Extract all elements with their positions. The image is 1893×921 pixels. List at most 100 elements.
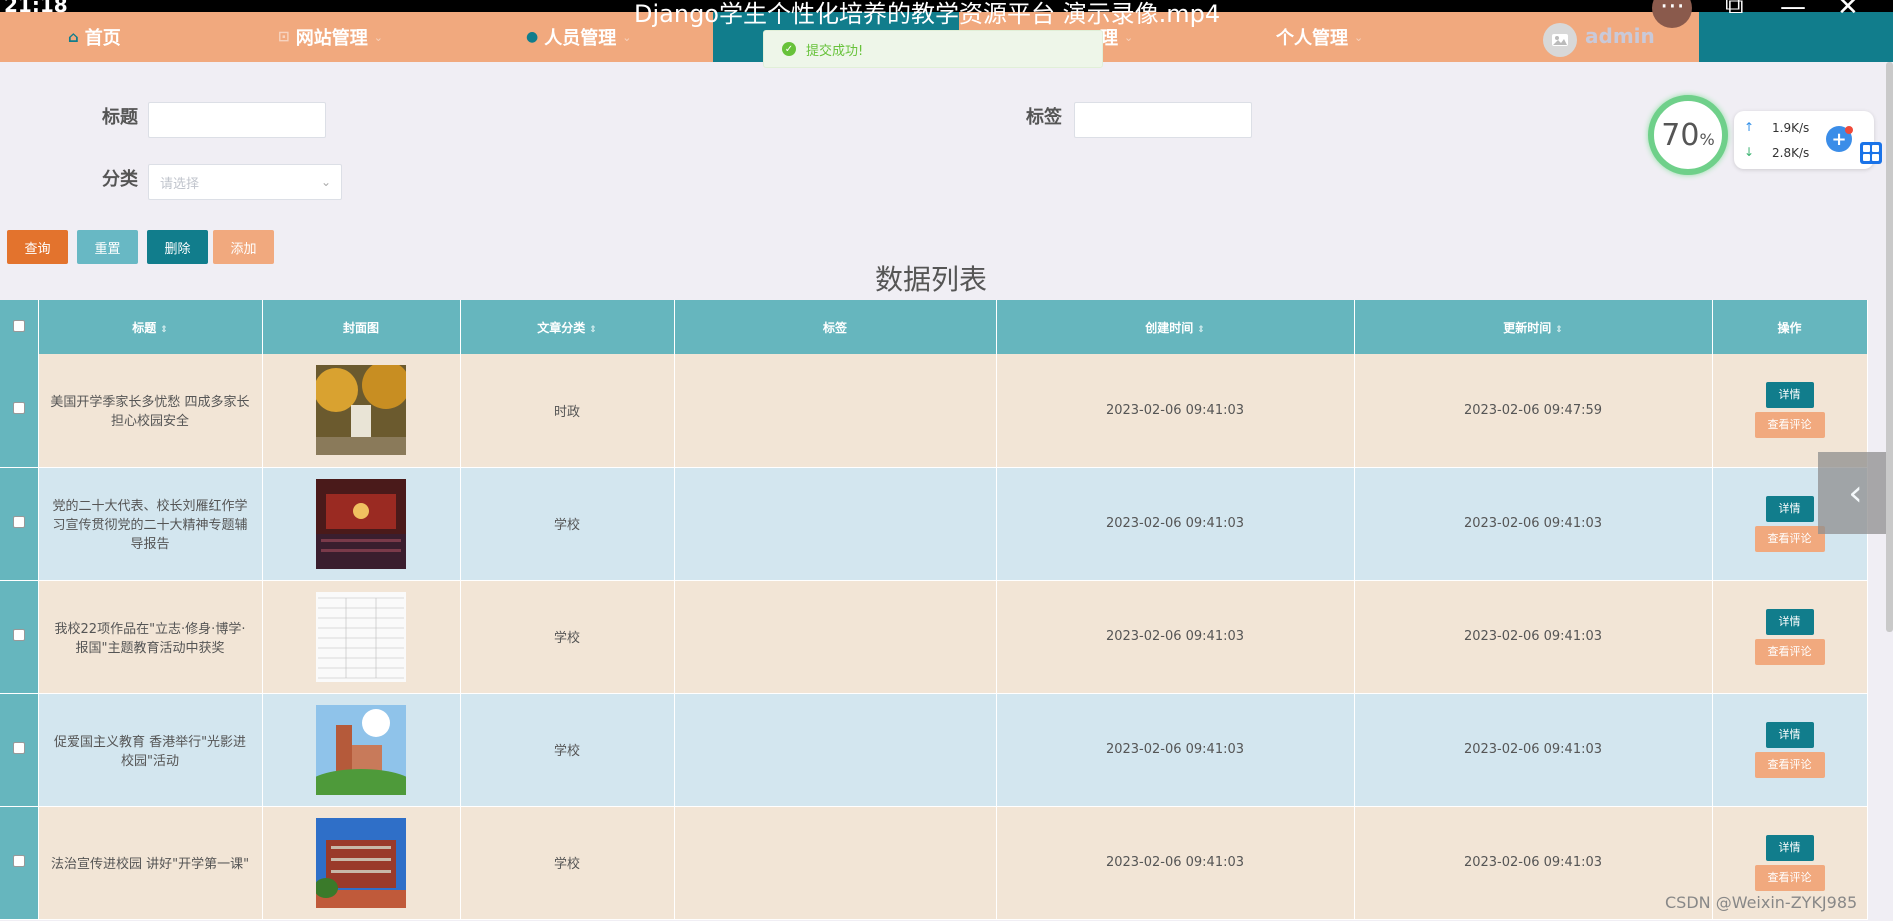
row-actions: 详情 查看评论 xyxy=(1712,354,1868,468)
row-select-cell[interactable] xyxy=(0,467,39,581)
close-icon[interactable]: ✕ xyxy=(1837,0,1859,22)
chevron-left-icon[interactable]: ‹ xyxy=(1818,452,1893,534)
avatar[interactable] xyxy=(1543,23,1577,57)
delete-button[interactable]: 删除 xyxy=(147,230,208,264)
col-created[interactable]: 创建时间 ⇕ xyxy=(996,300,1355,354)
nav-personal-management[interactable]: 个人管理 ⌄ xyxy=(1276,24,1363,50)
col-actions: 操作 xyxy=(1712,300,1868,354)
view-comments-button[interactable]: 查看评论 xyxy=(1754,864,1825,891)
row-tag xyxy=(674,580,997,694)
download-speed: 2.8K/s xyxy=(1772,146,1810,160)
detail-button[interactable]: 详情 xyxy=(1765,382,1814,409)
upload-speed: 1.9K/s xyxy=(1772,121,1810,135)
row-created: 2023-02-06 09:41:03 xyxy=(996,806,1355,920)
select-all-cell[interactable] xyxy=(0,300,39,354)
sort-icon[interactable]: ⇕ xyxy=(160,325,168,335)
row-tag xyxy=(674,806,997,920)
pip-icon[interactable]: ⧉ xyxy=(1725,0,1744,21)
col-tag-label: 标签 xyxy=(822,320,847,335)
toast-message: 提交成功! xyxy=(806,43,864,59)
col-category[interactable]: 文章分类 ⇕ xyxy=(460,300,675,354)
cover-image xyxy=(316,817,406,908)
col-updated-label: 更新时间 xyxy=(1503,320,1552,335)
row-title: 美国开学季家长多忧愁 四成多家长担心校园安全 xyxy=(38,354,263,468)
table-header-row: 标题 ⇕ 封面图 文章分类 ⇕ 标签 创建时间 ⇕ 更新时间 ⇕ 操作 xyxy=(0,300,1868,354)
detail-button[interactable]: 详情 xyxy=(1765,721,1814,748)
row-actions: 详情 查看评论 xyxy=(1712,693,1868,807)
row-checkbox[interactable] xyxy=(12,854,25,867)
nav-personal-management-label: 个人管理 xyxy=(1276,28,1348,49)
add-button[interactable]: 添加 xyxy=(213,230,274,264)
col-title[interactable]: 标题 ⇕ xyxy=(38,300,263,354)
scrollbar[interactable] xyxy=(1886,62,1893,632)
row-checkbox[interactable] xyxy=(12,628,25,641)
select-all-checkbox[interactable] xyxy=(12,319,25,332)
view-comments-button[interactable]: 查看评论 xyxy=(1754,412,1825,439)
view-comments-button[interactable]: 查看评论 xyxy=(1754,525,1825,552)
user-name[interactable]: admin xyxy=(1585,24,1655,48)
percent-sign: % xyxy=(1699,129,1715,149)
memory-percent-circle[interactable]: 70% xyxy=(1648,95,1728,175)
row-select-cell[interactable] xyxy=(0,580,39,694)
col-actions-label: 操作 xyxy=(1777,320,1802,335)
row-actions: 详情 查看评论 xyxy=(1712,580,1868,694)
row-tag xyxy=(674,467,997,581)
table-row: 美国开学季家长多忧愁 四成多家长担心校园安全 时政 2023-02-06 09:41… xyxy=(0,354,1868,468)
nav-personnel-management[interactable]: ● 人员管理 ⌄ xyxy=(526,24,631,50)
clock: 21:18 xyxy=(4,0,68,17)
tag-input[interactable] xyxy=(1074,102,1252,138)
table-row: 法治宣传进校园 讲好"开学第一课" 学校 2023-02-06 09:41:03 20… xyxy=(0,806,1868,920)
sort-icon[interactable]: ⇕ xyxy=(589,325,597,335)
title-input[interactable] xyxy=(148,102,326,138)
sort-icon[interactable]: ⇕ xyxy=(1555,325,1563,335)
nav-home-label: 首页 xyxy=(84,28,121,49)
row-created: 2023-02-06 09:41:03 xyxy=(996,580,1355,694)
row-cover xyxy=(262,693,461,807)
minimize-icon[interactable]: — xyxy=(1780,0,1806,22)
nav-site-management[interactable]: ⊡ 网站管理 ⌄ xyxy=(278,24,383,50)
notification-dot xyxy=(1845,126,1853,134)
check-icon: ✓ xyxy=(782,42,796,56)
cover-image xyxy=(316,365,406,456)
row-title: 法治宣传进校园 讲好"开学第一课" xyxy=(38,806,263,920)
row-checkbox[interactable] xyxy=(12,741,25,754)
detail-button[interactable]: 详情 xyxy=(1765,834,1814,861)
col-updated[interactable]: 更新时间 ⇕ xyxy=(1354,300,1713,354)
nav-home[interactable]: ⌂ 首页 xyxy=(68,24,121,50)
row-checkbox[interactable] xyxy=(12,515,25,528)
query-button[interactable]: 查询 xyxy=(7,230,68,264)
row-select-cell[interactable] xyxy=(0,806,39,920)
video-title: Django学生个性化培养的教学资源平台 演示录像.mp4 xyxy=(634,0,1221,28)
detail-button[interactable]: 详情 xyxy=(1765,608,1814,635)
col-tag: 标签 xyxy=(674,300,997,354)
watermark: CSDN @Weixin-ZYKJ985 xyxy=(1665,893,1858,912)
row-select-cell[interactable] xyxy=(0,693,39,807)
row-tag xyxy=(674,354,997,468)
view-comments-button[interactable]: 查看评论 xyxy=(1754,751,1825,778)
row-category: 学校 xyxy=(460,467,675,581)
tag-label: 标签 xyxy=(1026,107,1062,128)
nav-personnel-management-label: 人员管理 xyxy=(544,28,617,49)
row-cover xyxy=(262,806,461,920)
detail-button[interactable]: 详情 xyxy=(1765,495,1814,522)
reset-button[interactable]: 重置 xyxy=(77,230,138,264)
title-label: 标题 xyxy=(102,107,138,128)
more-icon[interactable]: ··· xyxy=(1660,0,1685,22)
view-comments-button[interactable]: 查看评论 xyxy=(1754,638,1825,665)
category-select[interactable]: 请选择 ⌄ xyxy=(148,164,342,200)
chevron-down-icon: ⌄ xyxy=(1354,30,1364,44)
image-icon xyxy=(1552,34,1568,46)
row-updated: 2023-02-06 09:47:59 xyxy=(1354,354,1713,468)
row-cover xyxy=(262,467,461,581)
data-table: 标题 ⇕ 封面图 文章分类 ⇕ 标签 创建时间 ⇕ 更新时间 ⇕ 操作 美国开学季家长多… xyxy=(0,300,1868,920)
col-cover-label: 封面图 xyxy=(342,320,379,335)
chevron-down-icon: ⌄ xyxy=(320,175,331,189)
sort-icon[interactable]: ⇕ xyxy=(1197,325,1205,335)
row-category: 时政 xyxy=(460,354,675,468)
upload-arrow-icon: ↑ xyxy=(1744,120,1755,134)
apps-grid-icon[interactable] xyxy=(1860,142,1882,164)
row-updated: 2023-02-06 09:41:03 xyxy=(1354,806,1713,920)
row-select-cell[interactable] xyxy=(0,354,39,468)
row-checkbox[interactable] xyxy=(12,402,25,415)
memory-percent: 70 xyxy=(1661,117,1700,153)
